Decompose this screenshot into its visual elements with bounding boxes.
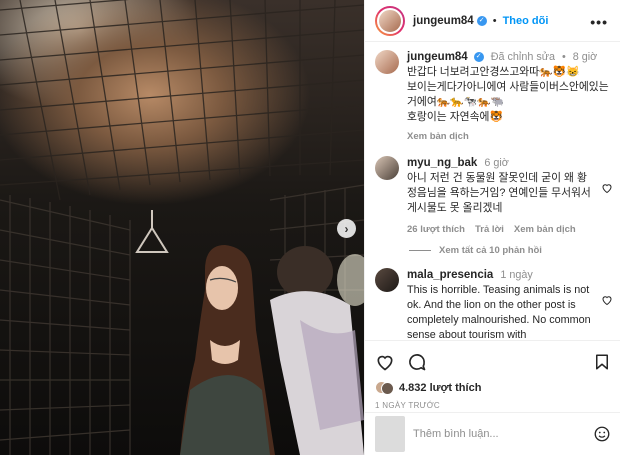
comment-time[interactable]: 1 ngày [500,269,532,281]
author-avatar-small[interactable] [375,50,399,74]
verified-badge-icon: ✓ [473,52,484,63]
post-side-panel: jungeum84 ✓ • Theo dõi ••• jungeum84 ✓ Đ… [364,0,620,455]
add-comment-bar [365,412,620,455]
carousel-next-button[interactable]: › [337,219,356,238]
translate-link[interactable]: Xem bản dịch [514,222,576,237]
post-header: jungeum84 ✓ • Theo dõi ••• [365,0,620,42]
translate-link[interactable]: Xem bản dịch [407,129,469,144]
edited-label: Đã chỉnh sửa [490,51,555,63]
reply-button[interactable]: Trả lời [475,222,504,237]
comment-bubble-icon[interactable] [407,352,427,372]
caption-username[interactable]: jungeum84 [407,51,468,63]
like-summary[interactable]: 4.832 lượt thích [375,381,611,395]
heart-icon[interactable] [601,182,613,194]
bookmark-icon[interactable] [593,352,611,372]
verified-badge-icon: ✓ [476,15,487,26]
cage-bars-image [0,0,364,455]
comment-username[interactable]: myu_ng_bak [407,157,477,169]
caption-line-2: 보이는게다가아니에여 사람들이버스안에있는거에여🐅🐆🐄🐅🐃 [407,81,609,108]
woman-figure [180,245,275,455]
caption-line-3: 호랑이는 자연속에🐯 [407,111,503,123]
comment-text: 아니 저런 건 동물원 잘못인데 굳이 왜 황정음님을 욕하는거임? 연예인들 … [407,172,591,214]
view-replies-label: Xem tất cả 10 phản hồi [439,245,542,256]
post-photo[interactable]: › [0,0,364,455]
separator-dot: • [492,14,497,27]
like-count[interactable]: 4.832 lượt thích [399,382,481,394]
more-options-icon[interactable]: ••• [590,14,608,30]
user-thumbnail [375,416,405,452]
emoji-icon[interactable] [593,425,611,443]
commenter-avatar[interactable] [375,156,399,180]
caption-line-1: 반갑다 너보려고안경쓰고와따🐅🐯😸 [407,66,580,78]
author-avatar[interactable] [375,5,405,36]
comment-text: This is horrible. Teasing animals is not… [407,284,591,340]
action-bar: 4.832 lượt thích 1 NGÀY TRƯỚC [365,340,620,410]
comments-list[interactable]: jungeum84 ✓ Đã chỉnh sửa • 8 giờ 반갑다 너보려… [365,50,620,340]
posted-ago: 1 NGÀY TRƯỚC [375,401,441,410]
comment-time[interactable]: 6 giờ [484,157,509,169]
chevron-right-icon: › [344,221,349,236]
comment-item: myu_ng_bak 6 giờ 아니 저런 건 동물원 잘못인데 굳이 왜 황… [375,156,613,237]
likers-avatars [375,381,394,395]
follow-button[interactable]: Theo dõi [503,15,549,27]
caption: jungeum84 ✓ Đã chỉnh sửa • 8 giờ 반갑다 너보려… [375,50,613,144]
instagram-post: › jungeum84 ✓ • Theo dõi ••• jungeum84 ✓… [0,0,620,455]
like-heart-icon[interactable] [375,352,395,372]
comment-item: mala_presencia 1 ngày This is horrible. … [375,268,613,340]
view-replies-button[interactable]: Xem tất cả 10 phản hồi [409,245,613,256]
caption-separator: • [561,51,566,63]
author-username[interactable]: jungeum84 [413,15,474,27]
caption-time[interactable]: 8 giờ [573,51,598,63]
comment-username[interactable]: mala_presencia [407,269,493,281]
comment-likes[interactable]: 26 lượt thích [407,222,465,237]
commenter-avatar[interactable] [375,268,399,292]
comment-input[interactable] [413,428,585,440]
heart-icon[interactable] [601,294,613,306]
